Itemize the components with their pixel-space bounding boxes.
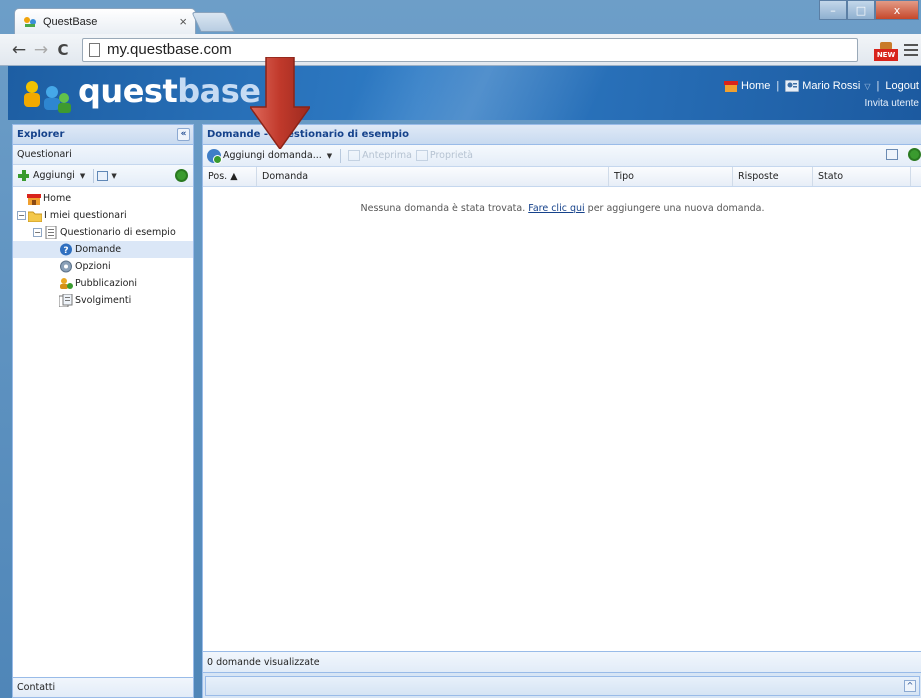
explorer-subtitle: Questionari bbox=[13, 145, 193, 165]
app-logo: questbase bbox=[78, 72, 261, 110]
add-question-icon bbox=[207, 148, 222, 164]
properties-icon bbox=[415, 150, 428, 161]
questbase-logo-icon bbox=[20, 78, 74, 114]
collapse-toggle-icon[interactable]: − bbox=[33, 228, 42, 237]
tree-item-home[interactable]: Home bbox=[13, 190, 193, 207]
expand-panel-button[interactable]: ^ bbox=[904, 680, 916, 692]
question-icon: ? bbox=[59, 243, 73, 256]
explorer-panel: Explorer « Questionari Aggiungi ▼ ▼ Home… bbox=[12, 124, 194, 698]
questions-panel: Domande - Questionario di esempio Aggiun… bbox=[202, 124, 921, 698]
address-bar[interactable]: my.questbase.com bbox=[82, 37, 858, 62]
logout-link[interactable]: Logout bbox=[885, 80, 919, 92]
new-tab-button[interactable] bbox=[191, 12, 235, 32]
new-extension-icon[interactable]: NEW bbox=[874, 40, 898, 62]
app-header: questbase Home | Mario Rossi ▽ | Logout … bbox=[8, 66, 921, 120]
url-text: my.questbase.com bbox=[107, 41, 232, 58]
publication-icon bbox=[59, 277, 73, 290]
tree-item-my-surveys[interactable]: − I miei questionari bbox=[13, 207, 193, 224]
home-icon bbox=[724, 80, 739, 92]
tab-close-icon[interactable]: × bbox=[179, 14, 187, 29]
explorer-toolbar: Aggiungi ▼ ▼ bbox=[13, 165, 193, 187]
grid-status-bar: 0 domande visualizzate bbox=[203, 651, 921, 673]
questbase-favicon-icon bbox=[23, 16, 37, 28]
explorer-header: Explorer « bbox=[13, 125, 193, 145]
user-icon bbox=[784, 79, 800, 93]
tree-item-publications[interactable]: Pubblicazioni bbox=[13, 275, 193, 292]
add-question-dropdown-icon[interactable]: ▼ bbox=[327, 152, 332, 160]
header-links: Home | Mario Rossi ▽ | Logout bbox=[724, 79, 919, 93]
refresh-questions-icon[interactable] bbox=[908, 148, 921, 161]
survey-tree: Home − I miei questionari − Questionario… bbox=[13, 187, 193, 309]
empty-grid-message: Nessuna domanda è stata trovata. Fare cl… bbox=[360, 203, 765, 214]
collapse-toggle-icon[interactable]: − bbox=[17, 211, 26, 220]
tree-item-options[interactable]: Opzioni bbox=[13, 258, 193, 275]
refresh-icon[interactable] bbox=[175, 169, 188, 182]
add-question-link[interactable]: Fare clic qui bbox=[528, 203, 584, 214]
bottom-panel: ^ bbox=[203, 673, 921, 698]
extension-badge: NEW bbox=[874, 49, 898, 61]
column-type[interactable]: Tipo bbox=[609, 167, 733, 186]
add-button[interactable]: Aggiungi bbox=[33, 170, 75, 181]
page-icon bbox=[89, 42, 100, 57]
survey-document-icon bbox=[44, 225, 58, 240]
contacts-footer[interactable]: Contatti bbox=[13, 677, 193, 697]
browser-tab-questbase[interactable]: QuestBase × bbox=[14, 8, 196, 34]
tree-item-sample-survey[interactable]: − Questionario di esempio bbox=[13, 224, 193, 241]
browser-menu-icon[interactable] bbox=[904, 44, 918, 59]
user-dropdown-icon[interactable]: ▽ bbox=[864, 82, 870, 91]
maximize-button[interactable]: □ bbox=[847, 0, 875, 20]
user-menu-link[interactable]: Mario Rossi bbox=[802, 80, 860, 92]
collapse-panel-button[interactable]: « bbox=[177, 128, 190, 141]
add-question-button[interactable]: Aggiungi domanda... bbox=[223, 150, 322, 161]
runs-icon bbox=[58, 293, 73, 308]
svg-text:?: ? bbox=[63, 246, 68, 256]
tab-title: QuestBase bbox=[43, 15, 98, 28]
gear-icon bbox=[59, 260, 73, 273]
column-position[interactable]: Pos. ▲ bbox=[203, 167, 257, 186]
minimize-button[interactable]: – bbox=[819, 0, 847, 20]
questions-grid-header: Pos. ▲ Domanda Tipo Risposte Stato bbox=[203, 167, 921, 187]
tab-strip: QuestBase × – □ x bbox=[0, 0, 921, 34]
invite-user-link[interactable]: Invita utente bbox=[865, 98, 919, 109]
export-icon[interactable] bbox=[886, 149, 898, 160]
properties-button: Proprietà bbox=[412, 150, 473, 161]
view-mode-icon[interactable] bbox=[97, 170, 109, 181]
forward-button[interactable]: → bbox=[30, 40, 52, 60]
tree-item-runs[interactable]: Svolgimenti bbox=[13, 292, 193, 309]
home-icon bbox=[27, 192, 41, 205]
view-dropdown-icon[interactable]: ▼ bbox=[111, 172, 116, 180]
add-icon bbox=[17, 169, 30, 182]
red-down-arrow-icon bbox=[250, 57, 310, 149]
back-button[interactable]: ← bbox=[8, 40, 30, 60]
questions-panel-header: Domande - Questionario di esempio bbox=[203, 125, 921, 145]
column-answers[interactable]: Risposte bbox=[733, 167, 813, 186]
add-dropdown-icon[interactable]: ▼ bbox=[80, 172, 85, 180]
browser-window: QuestBase × – □ x ← → C my.questbase.com… bbox=[0, 0, 921, 698]
folder-icon bbox=[27, 209, 43, 223]
preview-icon bbox=[348, 150, 361, 161]
column-question[interactable]: Domanda bbox=[257, 167, 609, 186]
reload-button[interactable]: C bbox=[52, 41, 74, 59]
home-link[interactable]: Home bbox=[741, 80, 770, 92]
questions-toolbar: Aggiungi domanda... ▼ Anteprima Propriet… bbox=[203, 145, 921, 167]
column-status[interactable]: Stato bbox=[813, 167, 911, 186]
window-controls: – □ x bbox=[819, 0, 919, 20]
browser-toolbar: ← → C my.questbase.com bbox=[0, 34, 921, 66]
preview-button: Anteprima bbox=[344, 150, 412, 161]
explorer-title: Explorer bbox=[17, 129, 65, 140]
tree-item-questions[interactable]: ? Domande bbox=[13, 241, 193, 258]
close-window-button[interactable]: x bbox=[875, 0, 919, 20]
